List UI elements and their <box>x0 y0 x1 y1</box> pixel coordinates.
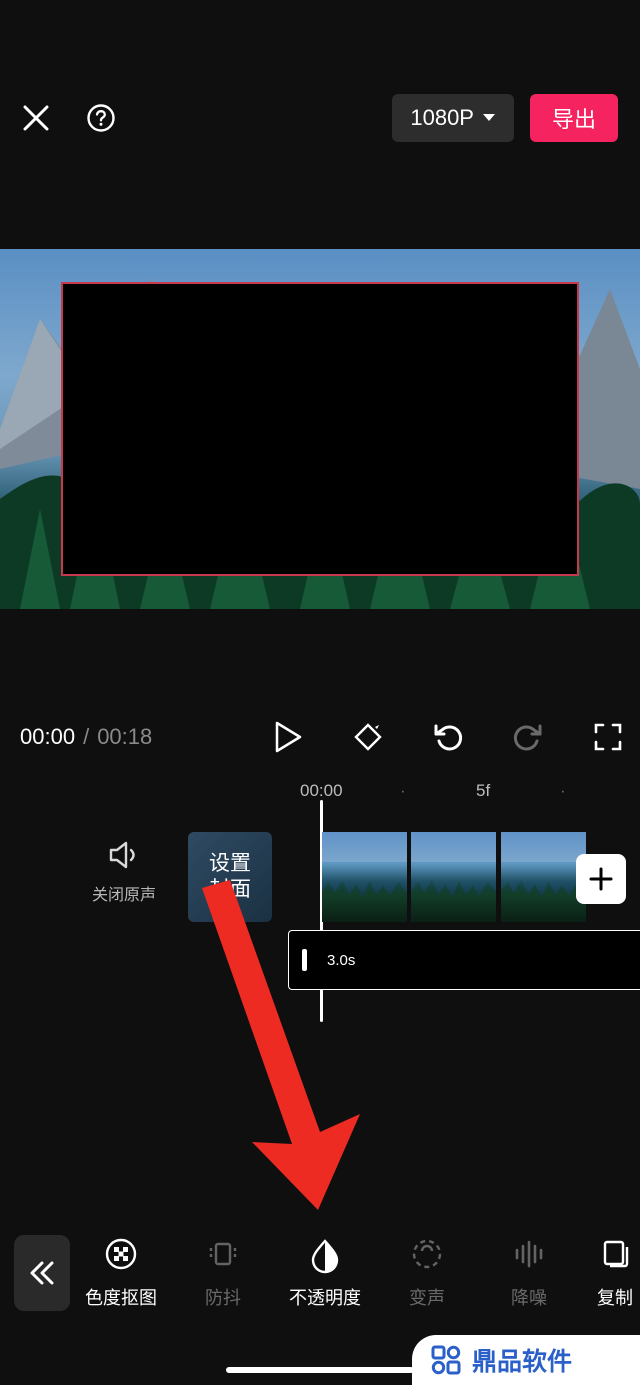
export-label: 导出 <box>552 102 596 134</box>
bottom-toolbar: 色度抠图 防抖 不透明度 变声 降噪 复制 <box>0 1213 640 1333</box>
mute-audio-button[interactable]: 关闭原声 <box>92 840 156 905</box>
watermark-badge: 鼎品软件 <box>412 1335 640 1385</box>
chevrons-left-icon <box>28 1260 56 1286</box>
overlay-frame[interactable] <box>61 282 579 576</box>
undo-icon[interactable] <box>432 721 464 753</box>
current-time: 00:00 <box>20 724 75 750</box>
tool-voice-change[interactable]: 变声 <box>376 1236 478 1310</box>
export-button[interactable]: 导出 <box>530 94 618 142</box>
tool-anti-shake-label: 防抖 <box>205 1284 241 1310</box>
tool-noise-reduce[interactable]: 降噪 <box>478 1236 580 1310</box>
noise-reduce-icon <box>511 1236 547 1272</box>
tool-voice-change-label: 变声 <box>409 1284 445 1310</box>
chevron-down-icon <box>482 113 496 123</box>
voice-change-icon <box>409 1236 445 1272</box>
duration-time: 00:18 <box>97 724 152 750</box>
resolution-label: 1080P <box>410 105 474 131</box>
tool-copy[interactable]: 复制 <box>580 1236 640 1310</box>
cover-label-l2: 封面 <box>209 877 251 903</box>
play-icon[interactable] <box>272 721 304 753</box>
fullscreen-icon[interactable] <box>592 721 624 753</box>
copy-icon <box>597 1236 633 1272</box>
tool-chroma-key[interactable]: 色度抠图 <box>70 1236 172 1310</box>
help-icon[interactable] <box>86 103 116 133</box>
toolbar-back-button[interactable] <box>14 1235 70 1311</box>
speaker-icon <box>108 840 140 870</box>
resolution-button[interactable]: 1080P <box>392 94 514 142</box>
tool-opacity-label: 不透明度 <box>289 1284 361 1310</box>
mute-label: 关闭原声 <box>92 881 156 905</box>
playback-controls <box>272 721 624 753</box>
timeline-ruler[interactable]: 00:00 · 5f · <box>0 780 640 802</box>
video-preview[interactable] <box>0 249 640 609</box>
tool-noise-reduce-label: 降噪 <box>511 1284 547 1310</box>
timeline-tracks: 关闭原声 设置 封面 <box>0 832 640 922</box>
home-indicator <box>226 1367 414 1373</box>
watermark-text: 鼎品软件 <box>472 1342 572 1378</box>
tool-copy-label: 复制 <box>597 1284 633 1310</box>
brand-logo-icon <box>430 1344 462 1376</box>
playback-time-row: 00:00 / 00:18 <box>20 717 624 757</box>
plus-icon <box>588 866 614 892</box>
add-clip-button[interactable] <box>576 854 626 904</box>
tool-anti-shake[interactable]: 防抖 <box>172 1236 274 1310</box>
header-left <box>22 103 116 133</box>
tool-chroma-key-label: 色度抠图 <box>85 1284 157 1310</box>
anti-shake-icon <box>205 1236 241 1272</box>
ruler-tick-0: 00:00 <box>300 781 343 801</box>
keyframe-icon[interactable] <box>352 721 384 753</box>
close-icon[interactable] <box>22 104 50 132</box>
header: 1080P 导出 <box>0 92 640 144</box>
chroma-key-icon <box>103 1236 139 1272</box>
tool-opacity[interactable]: 不透明度 <box>274 1236 376 1310</box>
time-separator: / <box>83 724 89 750</box>
set-cover-button[interactable]: 设置 封面 <box>188 832 272 922</box>
cover-label-l1: 设置 <box>209 851 251 877</box>
ruler-tick-1: 5f <box>476 781 490 801</box>
clip-handle-left[interactable] <box>289 931 321 989</box>
clip-duration: 3.0s <box>327 952 355 969</box>
redo-icon[interactable] <box>512 721 544 753</box>
overlay-clip[interactable]: 3.0s <box>288 930 640 990</box>
opacity-icon <box>307 1236 343 1272</box>
